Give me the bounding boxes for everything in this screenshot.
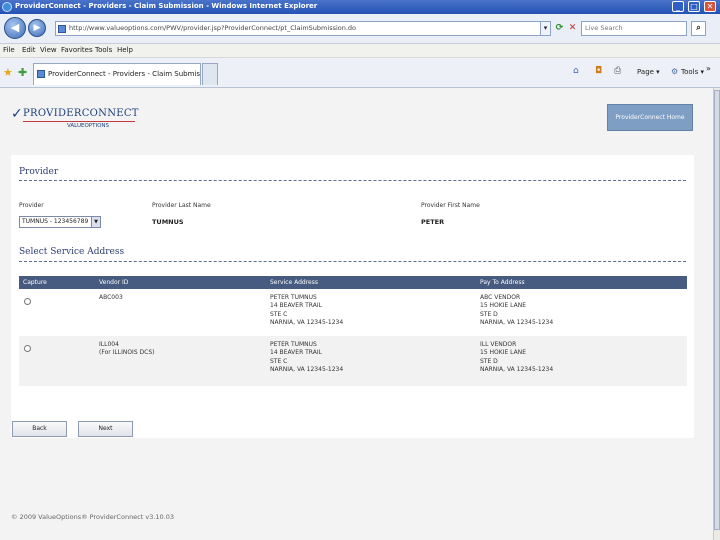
tab-page-icon: [37, 70, 45, 78]
service-address-cell: PETER TUMNUS 14 BEAVER TRAIL STE C NARNI…: [270, 294, 344, 326]
service-address-cell: PETER TUMNUS 14 BEAVER TRAIL STE C NARNI…: [270, 341, 344, 373]
logo-subtitle: VALUEOPTIONS: [67, 123, 110, 129]
window-title: ProviderConnect - Providers - Claim Subm…: [15, 2, 318, 10]
menu-edit[interactable]: Edit: [22, 46, 36, 54]
logo-check-icon: ✓: [11, 106, 23, 122]
menu-help[interactable]: Help: [117, 46, 133, 54]
home-icon[interactable]: ⌂: [573, 66, 579, 76]
window-title-bar: ProviderConnect - Providers - Claim Subm…: [0, 0, 720, 14]
internet-explorer-icon: [2, 2, 12, 12]
search-icon[interactable]: ⌕: [691, 21, 706, 36]
provider-select[interactable]: TUMNUS - 123456789 ▼: [19, 216, 101, 228]
capture-radio[interactable]: [24, 345, 31, 352]
add-favorite-icon[interactable]: ✚: [18, 66, 27, 79]
provider-last-name-label: Provider Last Name: [152, 202, 211, 209]
pay-to-address-cell: ILL VENDOR 15 HOKIE LANE STE D NARNIA, V…: [480, 341, 554, 373]
menu-tools[interactable]: Tools: [95, 46, 112, 54]
capture-radio[interactable]: [24, 298, 31, 305]
vendor-id-cell: ILL004 (For ILLINOIS DCS): [99, 341, 155, 357]
vendor-id-cell: ABC003: [99, 294, 123, 301]
table-header: Capture Vendor ID Service Address Pay To…: [19, 276, 687, 289]
provider-select-value: TUMNUS - 123456789: [22, 218, 89, 225]
column-header: Service Address: [270, 279, 318, 286]
section-divider: [19, 261, 686, 262]
print-icon[interactable]: ⎙: [614, 66, 621, 76]
providerconnect-home-button[interactable]: ProviderConnect Home: [607, 104, 693, 131]
provider-last-name-value: TUMNUS: [152, 218, 184, 226]
tab-label: ProviderConnect - Providers - Claim Subm…: [48, 70, 201, 78]
pay-to-address-cell: ABC VENDOR 15 HOKIE LANE STE D NARNIA, V…: [480, 294, 554, 326]
section-divider: [19, 180, 686, 181]
menu-favorites[interactable]: Favorites: [61, 46, 93, 54]
feeds-icon[interactable]: ◘: [595, 66, 602, 76]
tools-menu[interactable]: Tools ▾: [681, 68, 704, 76]
copyright-footer: © 2009 ValueOptions® ProviderConnect v3.…: [11, 513, 175, 521]
maximize-button[interactable]: □: [688, 1, 700, 12]
page-icon: [58, 25, 66, 33]
page-menu[interactable]: Page ▾: [637, 68, 660, 76]
forward-arrow-icon[interactable]: ▶: [28, 19, 46, 37]
table-row: ILL004 (For ILLINOIS DCS) PETER TUMNUS 1…: [19, 336, 687, 386]
search-input[interactable]: Live Search: [581, 21, 687, 36]
url-dropdown-button[interactable]: ▾: [540, 21, 551, 36]
tab-claim-submission[interactable]: ProviderConnect - Providers - Claim Subm…: [33, 63, 201, 85]
provider-label: Provider: [19, 202, 44, 209]
url-input[interactable]: http://www.valueoptions.com/PWV/provider…: [55, 21, 541, 36]
url-text: http://www.valueoptions.com/PWV/provider…: [69, 24, 357, 32]
tab-bar: ★ ✚ ProviderConnect - Providers - Claim …: [0, 58, 720, 88]
address-toolbar: ◀ ▶ http://www.valueoptions.com/PWV/prov…: [0, 14, 720, 44]
provider-first-name-label: Provider First Name: [421, 202, 480, 209]
back-arrow-icon[interactable]: ◀: [4, 17, 26, 39]
chevron-down-icon: ▼: [91, 217, 100, 227]
page-content: ✓ PROVIDERCONNECT VALUEOPTIONS ProviderC…: [0, 88, 713, 540]
service-address-section-title: Select Service Address: [19, 247, 125, 257]
minimize-button[interactable]: _: [672, 1, 684, 12]
next-button[interactable]: Next: [78, 421, 133, 437]
claim-panel: Provider Provider Provider Last Name Pro…: [11, 155, 694, 438]
vertical-scrollbar[interactable]: [713, 88, 720, 540]
provider-section-title: Provider: [19, 167, 59, 177]
logo-name: PROVIDERCONNECT: [23, 108, 139, 119]
back-button[interactable]: Back: [12, 421, 67, 437]
tools-gear-icon[interactable]: ⚙: [671, 67, 678, 76]
menu-bar: File Edit View Favorites Tools Help: [0, 44, 720, 58]
favorites-star-icon[interactable]: ★: [3, 66, 13, 79]
new-tab-button[interactable]: [202, 63, 218, 85]
table-row: ABC003 PETER TUMNUS 14 BEAVER TRAIL STE …: [19, 289, 687, 336]
stop-icon[interactable]: ✕: [566, 22, 579, 35]
column-header: Pay To Address: [480, 279, 525, 286]
refresh-icon[interactable]: ⟳: [553, 22, 566, 35]
toolbar-overflow-chevron[interactable]: »: [706, 64, 711, 73]
column-header: Capture: [23, 279, 47, 286]
logo-underline: [23, 121, 135, 122]
menu-file[interactable]: File: [3, 46, 15, 54]
search-placeholder: Live Search: [585, 24, 623, 32]
column-header: Vendor ID: [99, 279, 129, 286]
scrollbar-thumb[interactable]: [714, 90, 720, 530]
menu-view[interactable]: View: [40, 46, 57, 54]
provider-first-name-value: PETER: [421, 218, 445, 226]
close-window-button[interactable]: ✕: [704, 1, 716, 12]
